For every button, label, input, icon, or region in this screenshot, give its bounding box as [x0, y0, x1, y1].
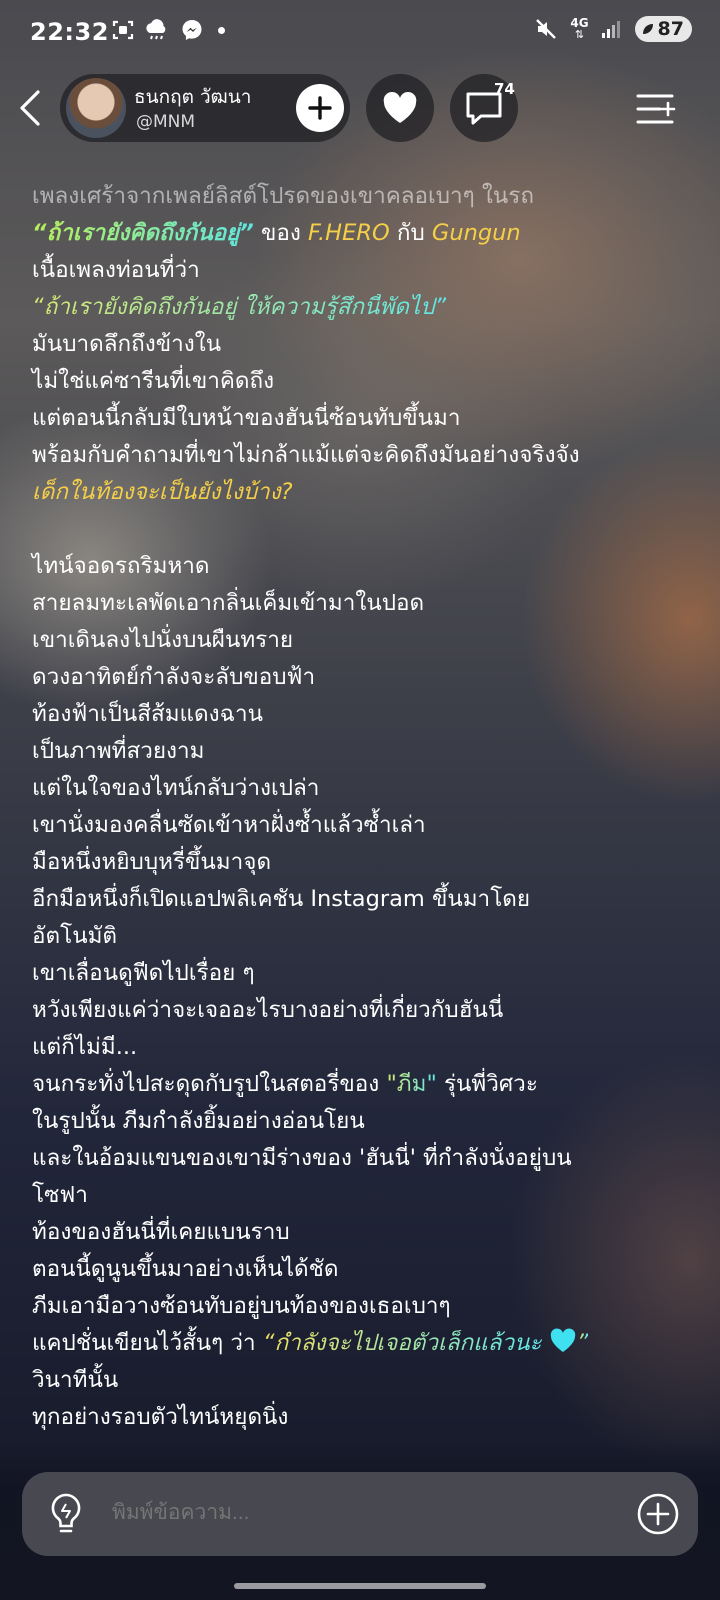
story-line: อีกมือหนึ่งก็เปิดแอปพลิเคชัน Instagram ข… — [32, 886, 531, 912]
story-line: แคปชั่นเขียนไว้สั้นๆ ว่า “กำลังจะไปเจอตั… — [32, 1328, 589, 1356]
song-title: “ถ้าเรายังคิดถึงกันอยู่” — [32, 220, 254, 246]
caption-quote: “กำลังจะไปเจอตัวเล็กแล้วนะ — [262, 1330, 542, 1356]
story-line: เพลงเศร้าจากเพลย์ลิสต์โปรดของเขาคลอเบาๆ … — [32, 183, 534, 209]
story-line: จนกระทั่งไปสะดุดกับรูปในสตอรี่ของ "ภีม" … — [32, 1071, 538, 1097]
story-line: เป็นภาพที่สวยงาม — [32, 738, 205, 764]
story-line: เด็กในท้องจะเป็นยังไงบ้าง? — [32, 479, 293, 505]
screen-record-icon — [112, 20, 134, 40]
story-line: แต่ก็ไม่มี... — [32, 1034, 138, 1060]
story-line: “ถ้าเรายังคิดถึงกันอยู่ ให้ความรู้สึกนี้… — [32, 289, 702, 326]
signal-icon — [601, 21, 620, 38]
story-line: ภีมเอามือวางซ้อนทับอยู่บนท้องของเธอเบาๆ — [32, 1293, 451, 1319]
story-line: “ถ้าเรายังคิดถึงกันอยู่” ของ F.HERO กับ … — [32, 220, 521, 246]
heart-icon — [383, 91, 417, 123]
story-line: ไม่ใช่แค่ซารีนที่เขาคิดถึง — [32, 368, 275, 394]
story-line: พร้อมกับคำถามที่เขาไม่กล้าแม้แต่จะคิดถึง… — [32, 442, 580, 468]
story-line: และในอ้อมแขนของเขามีร่างของ 'ฮันนี่' ที่… — [32, 1145, 572, 1171]
character-name: "ภีม" — [386, 1071, 437, 1097]
avatar[interactable] — [66, 78, 126, 138]
mute-icon — [536, 19, 557, 39]
plus-icon — [308, 96, 332, 120]
story-line: โซฟา — [32, 1182, 88, 1208]
like-button[interactable] — [366, 74, 434, 142]
weather-icon — [146, 19, 166, 40]
story-line: เขานั่งมองคลื่นซัดเข้าหาฝั่งซ้ำแล้วซ้ำเล… — [32, 812, 426, 838]
heart-emoji-icon — [550, 1328, 575, 1352]
story-line: วินาทีนั้น — [32, 1367, 119, 1393]
story-line: อัตโนมัติ — [32, 923, 118, 949]
artist-name: Gungun — [431, 220, 521, 246]
chevron-left-icon[interactable] — [16, 88, 46, 128]
more-notifications-dot — [218, 26, 225, 34]
charging-leaf-icon — [642, 24, 653, 34]
reader-header: ธนกฤต วัฒนา @MNM 74 — [0, 74, 720, 142]
home-indicator[interactable] — [234, 1583, 486, 1589]
story-line: มันบาดลึกถึงข้างใน — [32, 331, 222, 357]
artist-name: F.HERO — [307, 220, 390, 246]
status-bar: 22:32 4G ⇅ 87 — [0, 0, 720, 66]
story-line: แต่ตอนนี้กลับมีใบหน้าของฮันนี่ซ้อนทับขึ้… — [32, 405, 461, 431]
story-line: หวังเพียงแค่ว่าจะเจออะไรบางอย่างที่เกี่ย… — [32, 997, 504, 1023]
plus-circle-icon[interactable] — [636, 1492, 680, 1536]
story-line: ท้องฟ้าเป็นสีส้มแดงฉาน — [32, 701, 263, 727]
author-handle: @MNM — [136, 112, 196, 132]
story-line: เขาเดินลงไปนั่งบนผืนทราย — [32, 627, 294, 653]
author-name: ธนกฤต วัฒนา — [134, 86, 252, 108]
clock: 22:32 — [30, 18, 109, 46]
story-line: เขาเลื่อนดูฟีดไปเรื่อย ๆ — [32, 960, 255, 986]
story-line: แต่ในใจของไทน์กลับว่างเปล่า — [32, 775, 320, 801]
notification-icons — [112, 18, 225, 42]
chapter-text: เพลงเศร้าจากเพลย์ลิสต์โปรดของเขาคลอเบาๆ … — [32, 178, 702, 1436]
story-line: ท้องของฮันนี่ที่เคยแบนราบ — [32, 1219, 290, 1245]
story-line: สายลมทะเลพัดเอากลิ่นเค็มเข้ามาในปอด — [32, 590, 425, 616]
network-type: 4G ⇅ — [570, 16, 589, 41]
story-line: เนื้อเพลงท่อนที่ว่า — [32, 257, 200, 283]
story-line: ดวงอาทิตย์กำลังจะลับขอบฟ้า — [32, 664, 316, 690]
lyric-quote: “ถ้าเรายังคิดถึงกันอยู่ ให้ความรู้สึกนี้… — [32, 294, 447, 320]
system-indicators: 4G ⇅ 87 — [534, 16, 692, 42]
chapter-list-icon[interactable] — [636, 90, 676, 128]
follow-button[interactable] — [296, 84, 344, 132]
story-line: ไทน์จอดรถริมหาด — [32, 553, 210, 579]
battery-indicator: 87 — [634, 16, 692, 42]
story-line: มือหนึ่งหยิบบุหรี่ขึ้นมาจุด — [32, 849, 272, 875]
comment-count: 74 — [494, 80, 515, 98]
story-line: ในรูปนั้น ภีมกำลังยิ้มอย่างอ่อนโยน — [32, 1108, 365, 1134]
story-line: ตอนนี้ดูนูนขึ้นมาอย่างเห็นได้ชัด — [32, 1256, 339, 1282]
story-line: ทุกอย่างรอบตัวไทน์หยุดนิ่ง — [32, 1404, 289, 1430]
comment-input[interactable] — [110, 1500, 584, 1526]
comment-input-bar — [22, 1472, 698, 1556]
lightbulb-icon[interactable] — [46, 1492, 86, 1536]
messenger-icon — [182, 20, 202, 40]
